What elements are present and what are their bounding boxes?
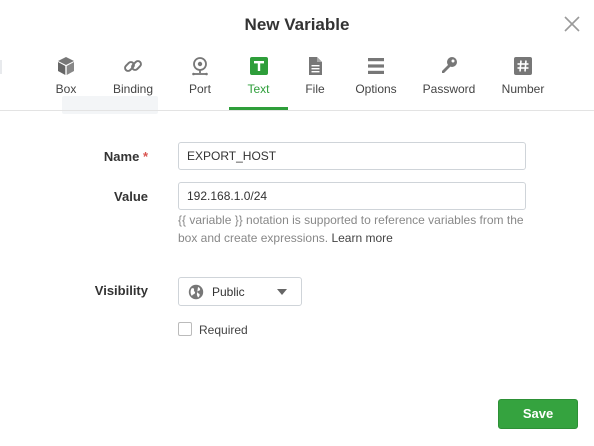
value-label: Value	[114, 189, 148, 204]
value-input[interactable]	[178, 182, 526, 210]
tab-password-label: Password	[422, 82, 476, 96]
network-port-icon	[192, 57, 208, 76]
visibility-label: Visibility	[94, 283, 148, 298]
tab-box[interactable]: Box	[46, 50, 86, 110]
tab-text-label: Text	[247, 82, 270, 96]
tab-number-label: Number	[501, 82, 545, 96]
name-input[interactable]	[178, 142, 526, 170]
close-icon[interactable]	[562, 14, 582, 34]
link-icon	[124, 60, 142, 72]
name-label: Name *	[60, 149, 148, 164]
text-icon	[249, 57, 268, 75]
required-checkbox[interactable]	[178, 322, 192, 336]
tab-file-label: File	[305, 82, 325, 96]
key-icon	[442, 57, 457, 73]
tab-number[interactable]: Number	[497, 50, 549, 110]
variable-type-tabs: Box Binding Port Text File Options Passw…	[0, 50, 594, 111]
save-button[interactable]: Save	[498, 399, 578, 429]
tab-port[interactable]: Port	[180, 50, 220, 110]
tab-file[interactable]: File	[296, 50, 334, 110]
tab-box-label: Box	[55, 82, 77, 96]
file-icon	[309, 57, 322, 75]
tab-binding-label: Binding	[112, 82, 154, 96]
new-variable-dialog: New Variable Box Binding Port Text File …	[0, 0, 594, 446]
tab-port-label: Port	[188, 82, 211, 96]
tab-text[interactable]: Text	[229, 50, 288, 110]
visibility-value: Public	[212, 285, 245, 299]
tab-options[interactable]: Options	[350, 50, 402, 110]
name-label-text: Name	[103, 149, 140, 164]
value-help-text: {{ variable }} notation is supported to …	[178, 211, 538, 247]
required-checkbox-label: Required	[199, 323, 248, 337]
tab-options-label: Options	[355, 82, 397, 96]
chevron-down-icon	[277, 289, 287, 295]
dialog-title: New Variable	[244, 15, 350, 34]
required-marker: *	[142, 149, 148, 164]
tab-password[interactable]: Password	[419, 50, 479, 110]
list-icon	[368, 58, 384, 74]
hash-icon	[514, 57, 532, 75]
cube-icon	[58, 57, 74, 75]
learn-more-link[interactable]: Learn more	[331, 231, 392, 245]
globe-icon	[188, 284, 204, 300]
tab-binding[interactable]: Binding	[108, 50, 158, 110]
visibility-select[interactable]: Public	[178, 277, 302, 306]
